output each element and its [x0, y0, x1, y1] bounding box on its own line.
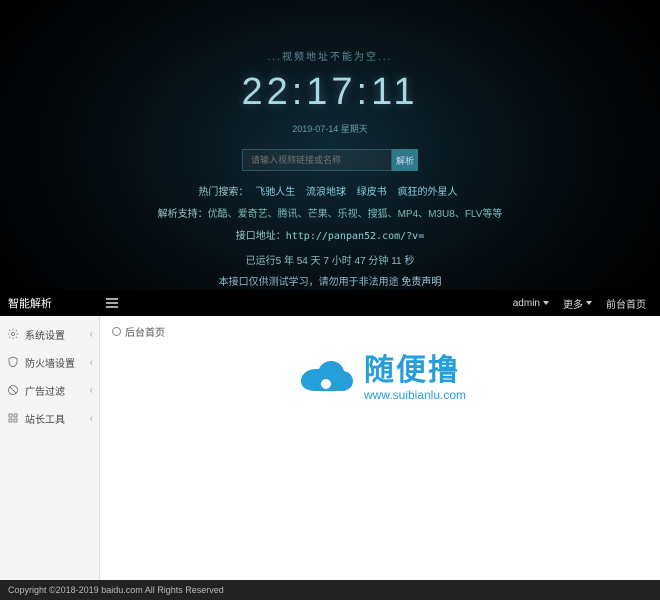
- cloud-icon: [294, 359, 356, 399]
- chevron-left-icon: ‹: [90, 357, 93, 368]
- admin-topbar: 智能解析 admin 更多 前台首页: [0, 290, 660, 316]
- api-url: http://panpan52.com/?v=: [286, 231, 424, 242]
- sidebar: 系统设置 ‹ 防火墙设置 ‹ 广告过滤 ‹ 站长工具 ‹: [0, 316, 100, 580]
- chevron-left-icon: ‹: [90, 413, 93, 424]
- watermark-cn: 随便撸: [364, 356, 466, 386]
- hot-label: 热门搜索：: [198, 187, 248, 198]
- sidebar-item-system[interactable]: 系统设置 ‹: [0, 320, 99, 348]
- shield-icon: [6, 355, 20, 369]
- brand-title: 智能解析: [0, 295, 100, 311]
- user-label: admin: [513, 298, 540, 309]
- watermark-text: 随便撸 www.suibianlu.com: [364, 356, 466, 402]
- sidebar-item-firewall[interactable]: 防火墙设置 ‹: [0, 348, 99, 376]
- disclaimer-link[interactable]: 免责声明: [401, 277, 441, 288]
- chevron-down-icon: [586, 301, 592, 305]
- support-text: 优酷、爱奇艺、腾讯、芒果、乐视、搜狐、MP4、M3U8、FLV等等: [208, 209, 503, 220]
- more-label: 更多: [563, 296, 583, 311]
- hot-link[interactable]: 疯狂的外星人: [398, 187, 458, 198]
- player-panel: ...视频地址不能为空... 22:17:11 2019-07-14 星期天 解…: [0, 0, 660, 290]
- hot-search-row: 热门搜索： 飞驰人生 流浪地球 绿皮书 疯狂的外星人: [0, 185, 660, 200]
- frontend-link[interactable]: 前台首页: [606, 296, 646, 311]
- sidebar-item-label: 防火墙设置: [25, 355, 90, 370]
- admin-body: 系统设置 ‹ 防火墙设置 ‹ 广告过滤 ‹ 站长工具 ‹ 后台首页: [0, 316, 660, 580]
- more-menu[interactable]: 更多: [563, 296, 592, 311]
- breadcrumb: 后台首页: [112, 324, 648, 339]
- home-icon: [112, 327, 121, 336]
- chevron-left-icon: ‹: [90, 385, 93, 396]
- parse-form: 解析: [0, 149, 660, 171]
- date-display: 2019-07-14 星期天: [0, 122, 660, 135]
- support-label: 解析支持：: [158, 209, 208, 220]
- chevron-down-icon: [543, 301, 549, 305]
- menu-toggle-button[interactable]: [100, 290, 124, 316]
- hot-link[interactable]: 绿皮书: [357, 187, 387, 198]
- video-url-input[interactable]: [242, 149, 392, 171]
- notice-text: 本接口仅供测试学习，请勿用于非法用途 免责声明: [0, 273, 660, 288]
- clock-display: 22:17:11: [0, 71, 660, 114]
- sidebar-item-adfilter[interactable]: 广告过滤 ‹: [0, 376, 99, 404]
- user-menu[interactable]: admin: [513, 298, 549, 309]
- footer: Copyright ©2018-2019 baidu.com All Right…: [0, 580, 660, 600]
- sidebar-item-tools[interactable]: 站长工具 ‹: [0, 404, 99, 432]
- api-label: 接口地址：: [236, 231, 286, 242]
- warning-text: ...视频地址不能为空...: [0, 48, 660, 63]
- api-row: 接口地址：http://panpan52.com/?v=: [0, 229, 660, 244]
- parse-button[interactable]: 解析: [392, 149, 418, 171]
- filter-icon: [6, 383, 20, 397]
- runtime-text: 已运行5 年 54 天 7 小时 47 分钟 11 秒: [0, 252, 660, 267]
- watermark-en: www.suibianlu.com: [364, 388, 466, 402]
- footer-text: Copyright ©2018-2019 baidu.com All Right…: [8, 585, 224, 595]
- sidebar-item-label: 广告过滤: [25, 383, 90, 398]
- notice-body: 本接口仅供测试学习，请勿用于非法用途: [219, 277, 402, 288]
- support-row: 解析支持：优酷、爱奇艺、腾讯、芒果、乐视、搜狐、MP4、M3U8、FLV等等: [0, 207, 660, 222]
- hot-link[interactable]: 飞驰人生: [255, 187, 295, 198]
- content-area: 后台首页 随便撸 www.suibianlu.com: [100, 316, 660, 580]
- watermark: 随便撸 www.suibianlu.com: [294, 356, 466, 402]
- gear-icon: [6, 327, 20, 341]
- tools-icon: [6, 411, 20, 425]
- sidebar-item-label: 站长工具: [25, 411, 90, 426]
- admin-panel: 智能解析 admin 更多 前台首页 系统设置 ‹: [0, 290, 660, 600]
- top-menu: admin 更多 前台首页: [513, 296, 660, 311]
- breadcrumb-text: 后台首页: [125, 324, 165, 339]
- hamburger-icon: [106, 302, 118, 304]
- chevron-left-icon: ‹: [90, 329, 93, 340]
- sidebar-item-label: 系统设置: [25, 327, 90, 342]
- hot-link[interactable]: 流浪地球: [306, 187, 346, 198]
- frontend-label: 前台首页: [606, 296, 646, 311]
